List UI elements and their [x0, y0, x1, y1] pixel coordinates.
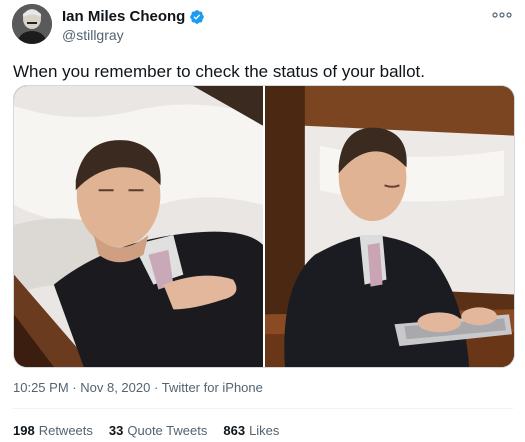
retweets-stat[interactable]: 198 Retweets — [13, 423, 93, 438]
tweet-stats: 198 Retweets 33 Quote Tweets 863 Likes — [13, 423, 279, 438]
tweet-meta: 10:25 PM · Nov 8, 2020 · Twitter for iPh… — [13, 380, 263, 395]
quotes-label: Quote Tweets — [127, 423, 208, 438]
likes-label: Likes — [249, 423, 280, 438]
tweet-time[interactable]: 10:25 PM — [13, 380, 69, 395]
likes-count: 863 — [223, 423, 246, 438]
more-options-icon[interactable] — [491, 10, 513, 20]
verified-badge-icon — [190, 9, 205, 24]
retweets-label: Retweets — [38, 423, 93, 438]
likes-stat[interactable]: 863 Likes — [223, 423, 279, 438]
tweet-source[interactable]: Twitter for iPhone — [162, 380, 263, 395]
retweets-count: 198 — [13, 423, 35, 438]
meta-separator: · — [72, 380, 77, 395]
divider — [13, 408, 513, 409]
author-row: Ian Miles Cheong — [62, 8, 205, 25]
tweet: Ian Miles Cheong @stillgray When you rem… — [0, 0, 525, 442]
avatar[interactable] — [12, 4, 52, 44]
tweet-media[interactable] — [13, 85, 515, 368]
media-image-right[interactable] — [265, 86, 514, 367]
author-handle[interactable]: @stillgray — [62, 27, 124, 43]
meta-separator: · — [153, 380, 159, 395]
quote-tweets-stat[interactable]: 33 Quote Tweets — [109, 423, 207, 438]
tweet-date[interactable]: Nov 8, 2020 — [80, 380, 150, 395]
quotes-count: 33 — [108, 423, 124, 438]
tweet-text: When you remember to check the status of… — [13, 62, 425, 81]
author-name[interactable]: Ian Miles Cheong — [62, 8, 185, 25]
media-image-left[interactable] — [14, 86, 263, 367]
